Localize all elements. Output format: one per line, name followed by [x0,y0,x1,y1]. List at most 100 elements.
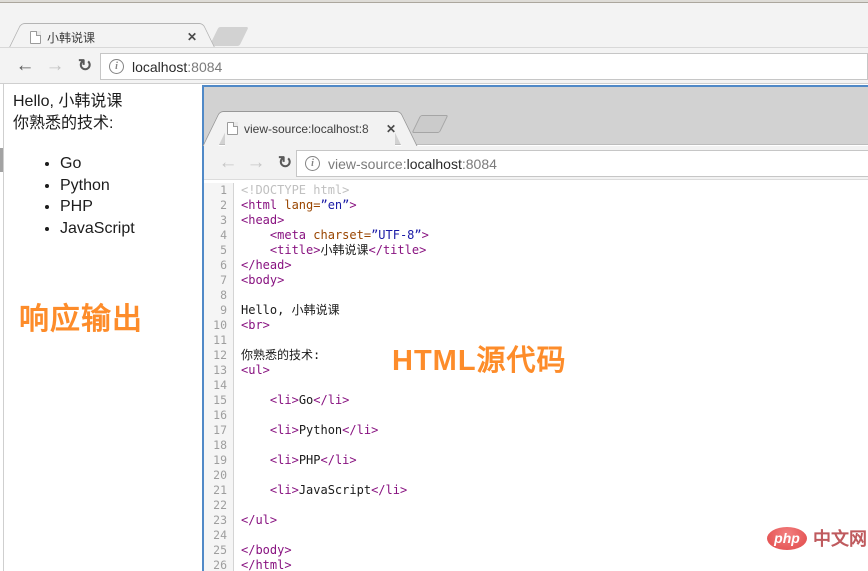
source-line: 14 [204,378,868,393]
back-button[interactable]: ← [13,56,37,75]
source-line: 5 <title>小韩说课</title> [204,243,868,258]
url-segment: localhost [407,156,462,172]
url-segment: view-source: [328,156,407,172]
line-number: 5 [204,243,234,258]
annotation-html-source: HTML源代码 [392,337,567,379]
line-number: 16 [204,408,234,423]
forward-button: → [244,153,268,172]
line-number: 11 [204,333,234,348]
site-info-icon[interactable]: i [109,59,124,74]
line-code: <ul> [234,363,270,378]
php-cn-logo: php 中文网 [767,525,867,551]
line-number: 2 [204,198,234,213]
line-number: 19 [204,453,234,468]
source-line: 15 <li>Go</li> [204,393,868,408]
close-tab-icon[interactable]: ✕ [383,122,399,136]
line-code: <head> [234,213,284,228]
inner-browser-tab[interactable]: view-source:localhost:8 ✕ [215,111,405,146]
screen: 小韩说课 ✕ ← → ↻ i localhost:8084 Hello, 小韩说… [0,0,868,571]
line-number: 1 [204,183,234,198]
line-code [234,288,241,303]
new-tab-button[interactable] [209,27,248,46]
line-code: </ul> [234,513,277,528]
line-code: <meta charset=”UTF-8”> [234,228,429,243]
reload-button[interactable]: ↻ [273,154,297,171]
source-line: 8 [204,288,868,303]
inner-url: view-source:localhost:8084 [328,156,497,172]
line-code: </head> [234,258,292,273]
line-code: <li>JavaScript</li> [234,483,407,498]
reload-button[interactable]: ↻ [73,57,97,74]
line-code [234,333,241,348]
outer-url: localhost:8084 [132,59,222,75]
source-line: 10<br> [204,318,868,333]
source-line: 2<html lang=”en”> [204,198,868,213]
line-code: <title>小韩说课</title> [234,243,426,258]
line-code [234,498,241,513]
forward-button: → [43,56,67,75]
line-number: 10 [204,318,234,333]
source-line: 4 <meta charset=”UTF-8”> [204,228,868,243]
inner-tab-strip: view-source:localhost:8 ✕ [204,87,868,145]
line-number: 15 [204,393,234,408]
line-number: 26 [204,558,234,571]
source-line: 9Hello, 小韩说课 [204,303,868,318]
new-tab-button[interactable] [412,115,449,133]
line-code: Hello, 小韩说课 [234,303,340,318]
source-line: 19 <li>PHP</li> [204,453,868,468]
source-line: 22 [204,498,868,513]
php-logo-text: 中文网 [813,525,867,551]
line-number: 4 [204,228,234,243]
line-code [234,438,241,453]
line-code: </body> [234,543,292,558]
line-code: 你熟悉的技术: [234,348,320,363]
outer-address-bar[interactable]: i localhost:8084 [100,53,868,80]
line-number: 21 [204,483,234,498]
line-number: 18 [204,438,234,453]
source-line: 1<!DOCTYPE html> [204,183,868,198]
line-number: 25 [204,543,234,558]
source-line: 18 [204,438,868,453]
line-number: 17 [204,423,234,438]
source-line: 17 <li>Python</li> [204,423,868,438]
line-number: 24 [204,528,234,543]
line-code: <body> [234,273,284,288]
source-line: 3<head> [204,213,868,228]
line-number: 3 [204,213,234,228]
back-button: ← [216,153,240,172]
view-source-window: view-source:localhost:8 ✕ ← → ↻ i view-s… [202,85,868,571]
page-file-icon [227,122,238,135]
inner-tab-title: view-source:localhost:8 [244,122,383,136]
annotation-response-output: 响应输出 [19,294,143,338]
line-code [234,468,241,483]
close-tab-icon[interactable]: ✕ [184,30,200,44]
line-number: 7 [204,273,234,288]
page-file-icon [30,31,41,44]
inner-address-bar[interactable]: i view-source:localhost:8084 [296,150,868,177]
outer-tab-strip: 小韩说课 ✕ [0,3,868,47]
line-code [234,378,241,393]
line-number: 8 [204,288,234,303]
line-code: </html> [234,558,292,571]
line-code: <li>Python</li> [234,423,378,438]
source-line: 7<body> [204,273,868,288]
url-segment: localhost [132,59,187,75]
line-number: 22 [204,498,234,513]
line-number: 23 [204,513,234,528]
url-segment: :8084 [462,156,497,172]
source-line: 6</head> [204,258,868,273]
line-number: 9 [204,303,234,318]
line-code: <li>Go</li> [234,393,349,408]
line-number: 12 [204,348,234,363]
site-info-icon[interactable]: i [305,156,320,171]
php-logo-badge: php [767,527,807,550]
line-code: <li>PHP</li> [234,453,357,468]
source-line: 20 [204,468,868,483]
line-code: <br> [234,318,270,333]
source-line: 26</html> [204,558,868,571]
url-segment: :8084 [187,59,222,75]
source-line: 16 [204,408,868,423]
background-scrollbar-thumb[interactable] [0,148,3,172]
line-number: 13 [204,363,234,378]
line-code [234,528,241,543]
